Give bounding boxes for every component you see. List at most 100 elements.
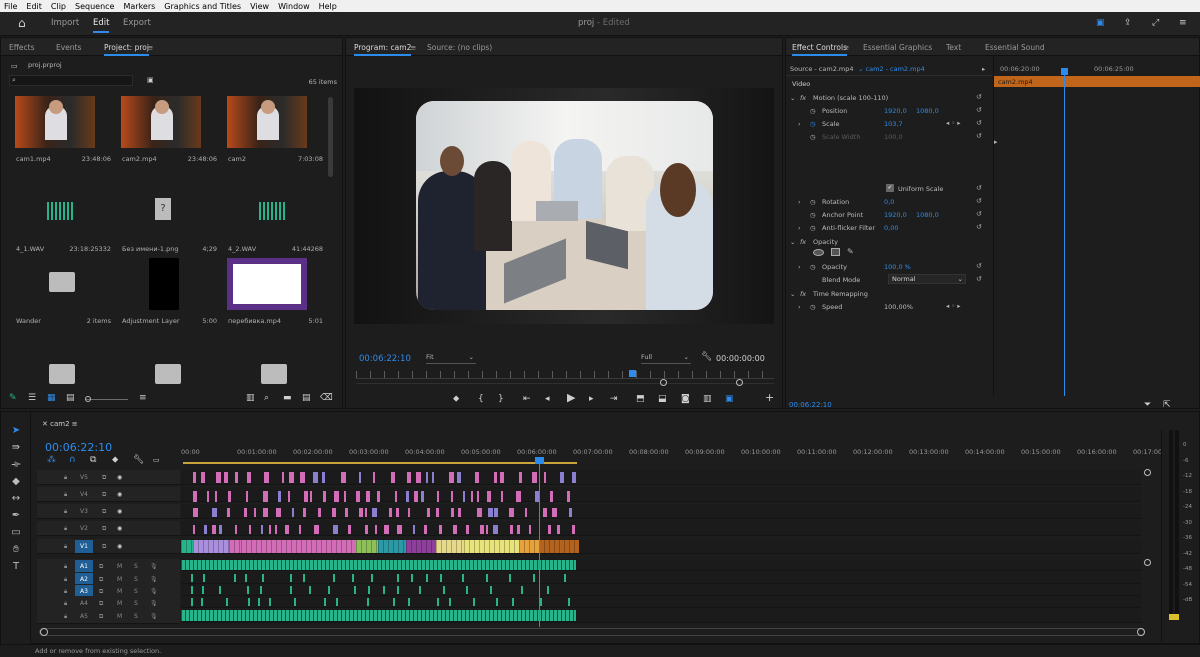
video-clip[interactable] xyxy=(426,472,428,483)
zoom-slider-handle[interactable] xyxy=(85,396,91,402)
zoom-handle-left[interactable] xyxy=(660,379,667,386)
video-clip[interactable] xyxy=(384,525,389,534)
settings-wrench-icon[interactable]: 🔧︎ xyxy=(133,455,144,465)
track-header[interactable]: 🔒︎ V5 ⧉ ◉ xyxy=(37,470,180,485)
lock-icon[interactable]: 🔒︎ xyxy=(64,588,67,596)
wrench-icon[interactable]: 🔧︎ xyxy=(701,352,712,362)
video-clip[interactable] xyxy=(414,491,418,502)
eye-icon[interactable]: ◉ xyxy=(117,525,122,532)
ripple-edit-icon[interactable]: ⟛ xyxy=(9,458,23,472)
audio-clip[interactable] xyxy=(202,586,204,594)
ec-row-anchor-point[interactable]: ◷ Anchor Point 1920,0 1080,0 ↺ xyxy=(786,208,986,221)
video-clip[interactable] xyxy=(333,525,338,534)
share-icon[interactable]: ⇪ xyxy=(1124,18,1132,28)
list-view-icon[interactable]: ☰ xyxy=(28,393,36,403)
stopwatch-icon[interactable]: ◷ xyxy=(810,303,816,311)
video-clip[interactable] xyxy=(193,472,196,483)
video-clip[interactable] xyxy=(201,472,205,483)
video-clip[interactable] xyxy=(269,525,271,534)
video-clip[interactable] xyxy=(567,491,570,502)
video-clip[interactable] xyxy=(219,525,222,534)
snap-icon[interactable]: ∩ xyxy=(69,455,76,465)
video-clip[interactable] xyxy=(193,540,229,553)
video-clip[interactable] xyxy=(427,508,430,517)
audio-clip[interactable] xyxy=(324,598,326,606)
audio-clip[interactable] xyxy=(260,586,262,594)
video-clip[interactable] xyxy=(254,508,256,517)
track-lane[interactable] xyxy=(181,559,1141,571)
video-clip[interactable] xyxy=(480,525,484,534)
track-label[interactable]: A5 xyxy=(80,613,88,620)
project-item-thumb[interactable] xyxy=(121,258,201,310)
video-clip[interactable] xyxy=(451,508,454,517)
audio-clip[interactable] xyxy=(367,598,369,606)
mic-icon[interactable]: 🎙︎ xyxy=(150,563,158,570)
sync-icon[interactable]: ⧉ xyxy=(102,508,106,516)
monitor-zoom-bar[interactable] xyxy=(356,383,774,384)
video-clip[interactable] xyxy=(193,508,198,517)
video-clip[interactable] xyxy=(517,525,520,534)
solo-icon[interactable]: S xyxy=(134,576,138,583)
video-clip[interactable] xyxy=(475,472,479,483)
timeline-playhead[interactable] xyxy=(535,457,544,464)
audio-clip[interactable] xyxy=(336,598,338,606)
audio-clip[interactable] xyxy=(411,574,413,582)
track-label[interactable]: V3 xyxy=(80,508,88,515)
sync-icon[interactable]: ⧉ xyxy=(99,613,103,621)
audio-clip[interactable] xyxy=(462,574,464,582)
reset-icon[interactable]: ↺ xyxy=(976,210,984,218)
video-clip[interactable] xyxy=(378,540,406,553)
tab-effect-controls[interactable]: Effect Controls xyxy=(792,43,847,56)
audio-clip[interactable] xyxy=(333,574,335,582)
sync-icon[interactable]: ⧉ xyxy=(99,588,103,596)
lock-icon[interactable]: 🔒︎ xyxy=(64,613,67,621)
scroll-handle-right[interactable] xyxy=(1137,628,1145,636)
monitor-ruler[interactable] xyxy=(356,371,774,379)
audio-clip[interactable] xyxy=(290,574,292,582)
play-icon[interactable]: ▶ xyxy=(567,392,575,403)
video-clip[interactable] xyxy=(525,508,527,517)
video-clip[interactable] xyxy=(261,525,263,534)
automate-icon[interactable]: ▥ xyxy=(246,393,255,403)
track-lane[interactable] xyxy=(181,504,1141,519)
audio-clip[interactable] xyxy=(219,586,221,594)
hand-tool-icon[interactable]: ✋︎ xyxy=(9,543,23,557)
audio-clip[interactable] xyxy=(245,574,247,582)
menu-icon[interactable]: ≡ xyxy=(147,43,153,52)
audio-clip[interactable] xyxy=(440,574,442,582)
ec-keyframe[interactable]: ▸ xyxy=(994,138,998,146)
ec-time-remap-row[interactable]: ⌄ fx Time Remapping xyxy=(786,287,986,300)
audio-clip[interactable] xyxy=(533,574,535,582)
video-clip[interactable] xyxy=(345,508,348,517)
find-icon[interactable]: ⌕ xyxy=(264,393,269,403)
audio-clip[interactable] xyxy=(473,598,475,606)
add-marker-icon[interactable]: ⬥ xyxy=(112,455,118,465)
video-clip[interactable] xyxy=(224,472,228,483)
track-header[interactable]: 🔒︎ V2 ⧉ ◉ xyxy=(37,521,180,536)
lock-icon[interactable]: 🔒︎ xyxy=(64,563,67,571)
track-lane[interactable] xyxy=(181,572,1141,584)
video-clip[interactable] xyxy=(529,525,531,534)
lift-icon[interactable]: ⬒ xyxy=(636,394,645,404)
sort-icon[interactable]: ≡ xyxy=(139,393,147,403)
video-clip[interactable] xyxy=(516,491,521,502)
pen-mask-icon[interactable]: ✎ xyxy=(847,247,854,256)
go-to-in-icon[interactable]: ⇤ xyxy=(523,394,531,404)
track-lane[interactable] xyxy=(181,609,1141,623)
tab-text[interactable]: Text xyxy=(946,43,961,52)
video-clip[interactable] xyxy=(365,525,368,534)
audio-clip[interactable] xyxy=(201,598,203,606)
quick-export-icon[interactable]: ▣ xyxy=(1096,18,1105,28)
video-clip[interactable] xyxy=(282,472,284,483)
stopwatch-icon[interactable]: ◷ xyxy=(810,198,816,206)
video-clip[interactable] xyxy=(389,508,392,517)
ec-timecode[interactable]: 00:06:22:10 xyxy=(789,401,832,409)
reset-icon[interactable]: ↺ xyxy=(976,223,984,231)
audio-clip[interactable] xyxy=(181,560,576,570)
video-clip[interactable] xyxy=(572,525,575,534)
sync-icon[interactable]: ⧉ xyxy=(102,525,106,533)
add-button-icon[interactable]: + xyxy=(765,392,774,403)
video-clip[interactable] xyxy=(332,508,336,517)
track-label[interactable]: V5 xyxy=(80,474,88,481)
video-clip[interactable] xyxy=(318,508,321,517)
